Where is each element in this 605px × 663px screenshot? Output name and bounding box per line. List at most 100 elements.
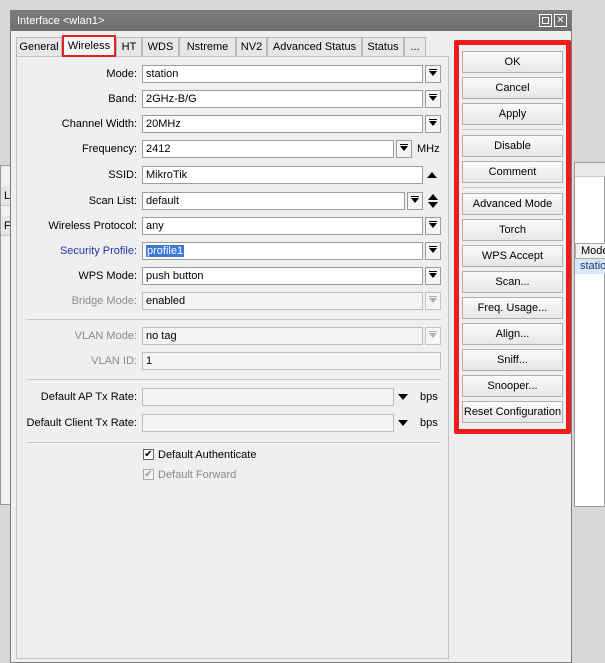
remove-arrow-icon[interactable] [428,202,438,208]
mode-label: Mode: [106,68,137,80]
default-forward-label: Default Forward [158,469,237,481]
bridge-mode-label: Bridge Mode: [71,295,137,307]
background-window-right: Mode station [574,162,605,507]
close-button[interactable]: ✕ [554,14,567,27]
default-client-tx-rate-label: Default Client Tx Rate: [26,417,137,429]
chevron-down-icon [429,71,437,76]
band-label: Band: [108,93,137,105]
mode-dropdown-button[interactable] [425,65,441,83]
vlan-mode-dropdown-button [425,327,441,345]
tab-status[interactable]: Status [362,37,404,57]
chevron-down-icon [400,146,408,151]
frequency-unit: MHz [417,143,440,155]
band-select[interactable]: 2GHz-B/G [142,90,423,108]
tab-wds[interactable]: WDS [142,37,179,57]
separator [27,442,441,443]
align-button[interactable]: Align... [462,323,563,345]
tab-advanced-status[interactable]: Advanced Status [267,37,362,57]
separator [27,319,441,320]
background-row-mode-cell[interactable]: station [575,259,605,274]
channel-width-select[interactable]: 20MHz [142,115,423,133]
frequency-label: Frequency: [81,143,137,155]
separator [462,187,563,188]
tab-general[interactable]: General [16,37,62,57]
scan-list-add-remove[interactable] [427,192,439,210]
security-profile-label[interactable]: Security Profile: [17,242,137,260]
separator [462,129,563,130]
frequency-dropdown-button[interactable] [396,140,412,158]
tab-more[interactable]: ... [404,37,426,57]
chevron-down-icon[interactable] [398,394,408,400]
dialog-titlebar[interactable]: Interface <wlan1> [11,11,571,31]
channel-width-label: Channel Width: [61,118,137,130]
chevron-down-icon [429,223,437,228]
scan-list-dropdown-button[interactable] [407,192,423,210]
collapse-arrow-icon[interactable] [427,172,437,178]
default-forward-checkbox: ✔ [143,469,154,480]
chevron-down-icon [429,273,437,278]
vlan-id-label: VLAN ID: [91,355,137,367]
disable-button[interactable]: Disable [462,135,563,157]
default-client-tx-rate-input[interactable] [142,414,394,432]
band-dropdown-button[interactable] [425,90,441,108]
default-ap-tx-rate-label: Default AP Tx Rate: [40,391,137,403]
wireless-protocol-select[interactable]: any [142,217,423,235]
vlan-id-input: 1 [142,352,441,370]
wps-mode-label: WPS Mode: [78,270,137,282]
security-profile-dropdown-button[interactable] [425,242,441,260]
ssid-label: SSID: [108,169,137,181]
apply-button[interactable]: Apply [462,103,563,125]
bridge-mode-dropdown-button [425,292,441,310]
separator [27,379,441,380]
scan-list-label: Scan List: [88,195,137,207]
wireless-panel: Mode: station Band: 2GHz-B/G Channel Wid… [16,56,449,659]
chevron-down-icon [411,198,419,203]
ssid-input[interactable]: MikroTik [142,166,423,184]
maximize-icon [542,17,549,24]
torch-button[interactable]: Torch [462,219,563,241]
vlan-mode-select: no tag [142,327,423,345]
security-profile-value: profile1 [146,245,185,257]
interface-dialog: Interface <wlan1> ✕ General Wireless HT … [10,10,572,663]
chevron-down-icon [429,333,437,338]
background-column-header-mode[interactable]: Mode [575,243,605,259]
wps-mode-select[interactable]: push button [142,267,423,285]
sniff-button[interactable]: Sniff... [462,349,563,371]
channel-width-dropdown-button[interactable] [425,115,441,133]
advanced-mode-button[interactable]: Advanced Mode [462,193,563,215]
comment-button[interactable]: Comment [462,161,563,183]
vlan-mode-label: VLAN Mode: [74,330,137,342]
chevron-down-icon [429,298,437,303]
close-icon: ✕ [556,15,565,26]
maximize-button[interactable] [539,14,552,27]
frequency-select[interactable]: 2412 [142,140,394,158]
add-arrow-icon[interactable] [428,194,438,200]
tab-ht[interactable]: HT [116,37,142,57]
ok-button[interactable]: OK [462,51,563,73]
scan-list-input[interactable]: default [142,192,405,210]
chevron-down-icon [429,96,437,101]
security-profile-select[interactable]: profile1 [142,242,423,260]
default-client-tx-rate-unit: bps [420,417,438,429]
scan-button[interactable]: Scan... [462,271,563,293]
default-authenticate-checkbox[interactable]: ✔ [143,449,154,460]
background-toolbar [575,163,605,177]
wps-accept-button[interactable]: WPS Accept [462,245,563,267]
action-buttons-highlight: OK Cancel Apply Disable Comment Advanced… [454,40,571,434]
default-authenticate-label[interactable]: Default Authenticate [158,448,256,462]
snooper-button[interactable]: Snooper... [462,375,563,397]
tab-nstreme[interactable]: Nstreme [179,37,236,57]
tab-nv2[interactable]: NV2 [236,37,267,57]
reset-configuration-button[interactable]: Reset Configuration [462,401,563,423]
chevron-down-icon[interactable] [398,420,408,426]
tab-wireless[interactable]: Wireless [62,35,116,57]
chevron-down-icon [429,121,437,126]
wps-mode-dropdown-button[interactable] [425,267,441,285]
cancel-button[interactable]: Cancel [462,77,563,99]
default-ap-tx-rate-input[interactable] [142,388,394,406]
bridge-mode-select: enabled [142,292,423,310]
mode-select[interactable]: station [142,65,423,83]
dialog-title: Interface <wlan1> [17,15,105,27]
wireless-protocol-dropdown-button[interactable] [425,217,441,235]
freq-usage-button[interactable]: Freq. Usage... [462,297,563,319]
